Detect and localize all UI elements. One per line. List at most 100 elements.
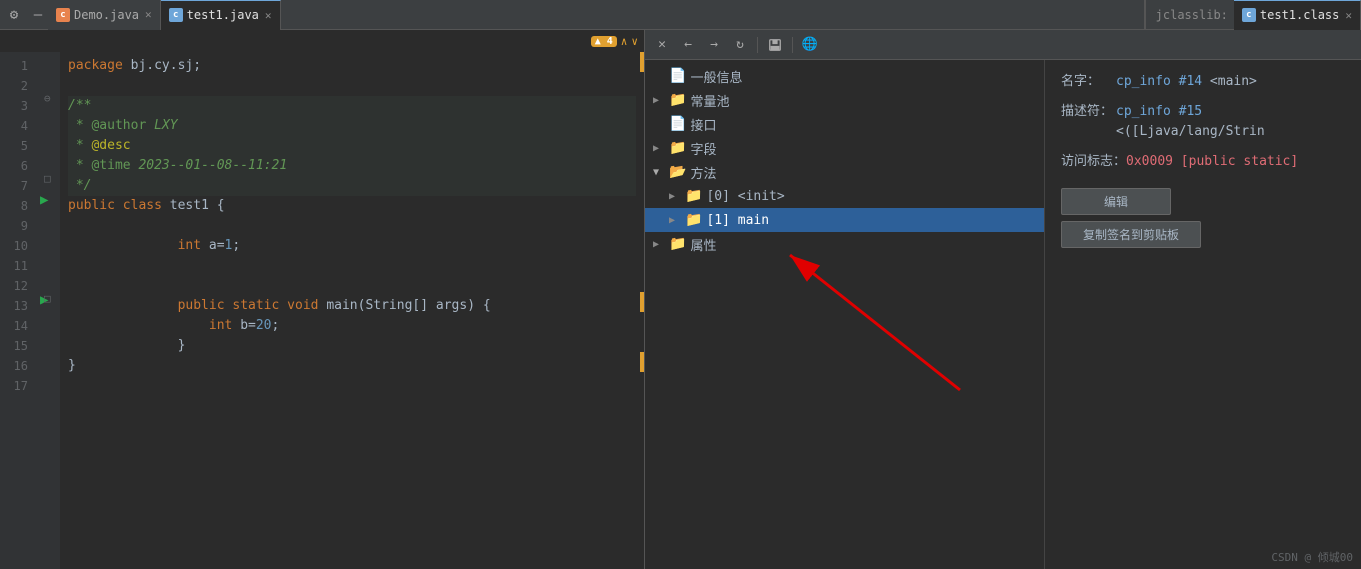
tree-arrow-fields: ▶ xyxy=(653,143,665,154)
tree-arrow-init: ▶ xyxy=(669,191,681,202)
prop-buttons: 编辑 复制签名到剪贴板 xyxy=(1061,188,1345,248)
prop-row-desc: 描述符： cp_info #15 <([Ljava/lang/Strin xyxy=(1061,102,1345,142)
edit-button[interactable]: 编辑 xyxy=(1061,188,1171,215)
folder-icon-fields: 📁 xyxy=(669,140,686,156)
prop-name-text: <main> xyxy=(1210,74,1257,89)
line-num-4: 4 xyxy=(0,116,34,136)
yellow-marker-2 xyxy=(640,292,644,312)
tree-arrow-constpool: ▶ xyxy=(653,95,665,106)
code-line-15: } xyxy=(68,336,636,356)
watermark: CSDN @ 倾城00 xyxy=(1271,549,1353,565)
tab-test1-java[interactable]: c test1.java ✕ xyxy=(161,0,281,30)
warning-up-btn[interactable]: ∧ xyxy=(621,35,628,48)
tree-label-main: [1] main xyxy=(706,213,769,228)
fold-3[interactable]: ⊖ xyxy=(44,92,51,105)
tab-test1-class[interactable]: c test1.class ✕ xyxy=(1234,0,1361,30)
fold-13[interactable]: □ xyxy=(44,292,51,305)
line-num-11: 11 xyxy=(0,256,34,276)
tree-item-constpool[interactable]: ▶ 📁 常量池 xyxy=(645,88,1044,112)
jclass-toolbar: ✕ ← → ↻ 🌐 xyxy=(645,30,1361,60)
tab-test1-close[interactable]: ✕ xyxy=(265,9,272,22)
tree-item-fields[interactable]: ▶ 📁 字段 xyxy=(645,136,1044,160)
tab-demo-label: Demo.java xyxy=(74,8,139,22)
tree-item-init[interactable]: ▶ 📁 [0] <init> xyxy=(645,184,1044,208)
tree-label-methods: 方法 xyxy=(690,163,716,182)
save-btn[interactable] xyxy=(764,34,786,56)
code-line-7: */ xyxy=(68,176,636,196)
line-num-7: 7 xyxy=(0,176,34,196)
test1class-icon: c xyxy=(1242,8,1256,22)
code-line-3: /** xyxy=(68,96,636,116)
tree-label-constpool: 常量池 xyxy=(690,91,729,110)
prop-name-link[interactable]: cp_info #14 xyxy=(1116,74,1202,89)
line-num-10: 10 xyxy=(0,236,34,256)
tree-item-methods[interactable]: ▼ 📂 方法 xyxy=(645,160,1044,184)
code-line-4: * @author LXY xyxy=(68,116,636,136)
prop-desc-link[interactable]: cp_info #15 xyxy=(1116,104,1202,119)
folder-icon-methods: 📂 xyxy=(669,164,686,180)
tab-bar-right: jclasslib: c test1.class ✕ xyxy=(1144,0,1361,30)
warning-down-btn[interactable]: ∨ xyxy=(631,35,638,48)
code-area: 1 2 3 4 5 6 7 8 9 10 11 12 13 14 15 16 1… xyxy=(0,52,644,569)
warning-bar: ▲ 4 ∧ ∨ xyxy=(0,30,644,52)
folder-icon-attributes: 📁 xyxy=(669,236,686,252)
jclass-body: 📄 一般信息 ▶ 📁 常量池 📄 接口 ▶ xyxy=(645,60,1361,569)
code-line-1: package bj.cy.sj; xyxy=(68,56,636,76)
code-content[interactable]: package bj.cy.sj; /** * @author LXY * @d… xyxy=(60,52,644,569)
tree-item-main[interactable]: ▶ 📁 [1] main xyxy=(645,208,1044,232)
line-num-16: 16 xyxy=(0,356,34,376)
yellow-marker-1 xyxy=(640,52,644,72)
tab-test1class-label: test1.class xyxy=(1260,8,1339,22)
gutter: ▶ ▶ ⊖ □ □ xyxy=(38,52,60,569)
tree-item-interface[interactable]: 📄 接口 xyxy=(645,112,1044,136)
tab-test1class-close[interactable]: ✕ xyxy=(1345,9,1352,22)
toolbar-divider-1 xyxy=(757,37,758,53)
tree-arrow-attributes: ▶ xyxy=(653,239,665,250)
line-numbers: 1 2 3 4 5 6 7 8 9 10 11 12 13 14 15 16 1… xyxy=(0,52,38,569)
tree-item-attributes[interactable]: ▶ 📁 属性 xyxy=(645,232,1044,256)
code-panel: ▲ 4 ∧ ∨ 1 2 3 4 5 6 7 8 9 10 11 12 13 14 xyxy=(0,30,645,569)
tree-label-fields: 字段 xyxy=(690,139,716,158)
code-line-8: public class test1 { xyxy=(68,196,636,216)
prop-desc-text: <([Ljava/lang/Strin xyxy=(1116,124,1265,139)
yellow-marker-3 xyxy=(640,352,644,372)
tree-label-attributes: 属性 xyxy=(690,235,716,254)
back-btn[interactable]: ← xyxy=(677,34,699,56)
minimize-icon[interactable]: — xyxy=(28,0,48,30)
close-btn[interactable]: ✕ xyxy=(651,34,673,56)
main-content: ▲ 4 ∧ ∨ 1 2 3 4 5 6 7 8 9 10 11 12 13 14 xyxy=(0,30,1361,569)
line-num-12: 12 xyxy=(0,276,34,296)
tab-test1-label: test1.java xyxy=(187,8,259,22)
prop-access-label: 访问标志： xyxy=(1061,152,1126,172)
line-num-5: 5 xyxy=(0,136,34,156)
tree-panel[interactable]: 📄 一般信息 ▶ 📁 常量池 📄 接口 ▶ xyxy=(645,60,1045,569)
code-line-17 xyxy=(68,376,636,396)
run-arrow-8[interactable]: ▶ xyxy=(40,192,48,208)
refresh-btn[interactable]: ↻ xyxy=(729,34,751,56)
prop-row-access: 访问标志： 0x0009 [public static] xyxy=(1061,152,1345,172)
tab-demo-close[interactable]: ✕ xyxy=(145,8,152,21)
code-line-6: * @time 2023--01--08--11:21 xyxy=(68,156,636,176)
prop-name-value: cp_info #14 <main> xyxy=(1116,72,1345,92)
prop-row-name: 名字： cp_info #14 <main> xyxy=(1061,72,1345,92)
warning-badge: ▲ 4 xyxy=(591,36,617,47)
folder-icon-main: 📁 xyxy=(685,212,702,228)
copy-sig-button[interactable]: 复制签名到剪贴板 xyxy=(1061,221,1201,248)
tree-arrow-methods: ▼ xyxy=(653,167,665,178)
forward-btn[interactable]: → xyxy=(703,34,725,56)
settings-icon[interactable]: ⚙ xyxy=(0,0,28,30)
prop-name-label: 名字： xyxy=(1061,72,1116,92)
prop-desc-label: 描述符： xyxy=(1061,102,1116,122)
fold-8[interactable]: □ xyxy=(44,172,51,185)
line-num-9: 9 xyxy=(0,216,34,236)
tree-item-general[interactable]: 📄 一般信息 xyxy=(645,64,1044,88)
prop-desc-value: cp_info #15 <([Ljava/lang/Strin xyxy=(1116,102,1345,142)
test1-java-icon: c xyxy=(169,8,183,22)
line-num-15: 15 xyxy=(0,336,34,356)
line-num-17: 17 xyxy=(0,376,34,396)
props-panel: 名字： cp_info #14 <main> 描述符： cp_info #15 … xyxy=(1045,60,1361,569)
globe-btn[interactable]: 🌐 xyxy=(799,34,821,56)
tab-demo-java[interactable]: c Demo.java ✕ xyxy=(48,0,161,30)
tree-label-interface: 接口 xyxy=(690,115,716,134)
code-line-2 xyxy=(68,76,636,96)
